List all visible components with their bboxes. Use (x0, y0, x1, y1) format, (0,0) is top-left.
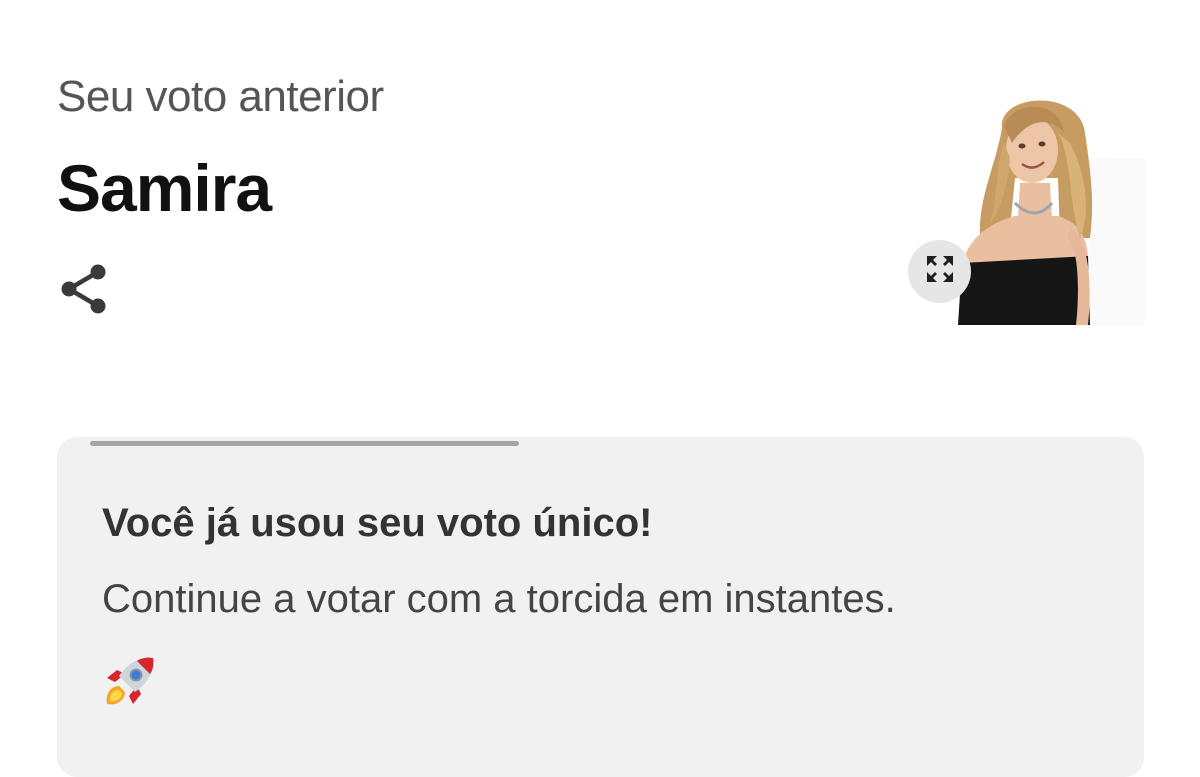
rocket-emoji-icon (101, 652, 159, 710)
share-button[interactable] (58, 262, 110, 316)
previous-vote-label: Seu voto anterior (57, 72, 384, 121)
progress-bar (90, 441, 1111, 446)
share-icon (58, 262, 110, 316)
expand-photo-button[interactable] (908, 240, 971, 303)
expand-icon (925, 254, 955, 289)
progress-bar-fill (90, 441, 519, 446)
vote-status-card: Você já usou seu voto único! Continue a … (57, 437, 1144, 777)
candidate-name: Samira (57, 151, 272, 225)
candidate-photo (940, 88, 1145, 325)
vote-used-message: Continue a votar com a torcida em instan… (102, 577, 896, 621)
vote-used-title: Você já usou seu voto único! (102, 501, 653, 545)
